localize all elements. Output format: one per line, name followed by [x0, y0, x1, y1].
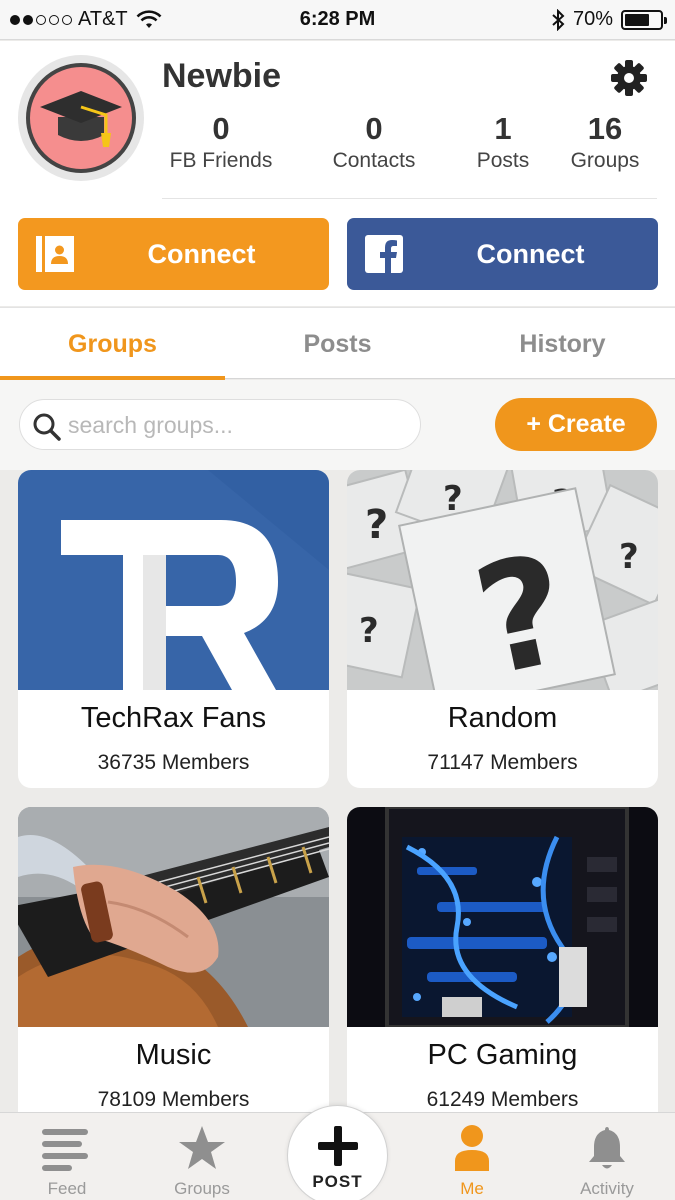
- group-name: Music: [135, 1039, 212, 1071]
- post-button[interactable]: POST: [287, 1105, 388, 1200]
- stat-label: Contacts: [332, 149, 416, 172]
- divider: [162, 198, 657, 199]
- bluetooth-icon: [552, 8, 565, 31]
- tab-history[interactable]: History: [450, 308, 675, 379]
- stat-value: 0: [365, 111, 383, 146]
- search-input[interactable]: [68, 406, 408, 444]
- stat-fb-friends[interactable]: 0 FB Friends: [161, 111, 281, 175]
- stat-contacts[interactable]: 0 Contacts: [318, 111, 430, 175]
- create-group-button[interactable]: + Create: [495, 398, 657, 451]
- group-card-music[interactable]: Music 78109 Members: [18, 807, 329, 1137]
- tab-posts[interactable]: Posts: [225, 308, 450, 379]
- profile-username: Newbie: [162, 57, 282, 95]
- stat-label: Posts: [476, 149, 530, 172]
- tab-bar-me[interactable]: Me: [417, 1113, 527, 1200]
- group-card-random[interactable]: ? ? ? ? ? ? Random 71147 Members: [347, 470, 658, 788]
- svg-text:?: ?: [365, 502, 388, 548]
- star-icon: [179, 1126, 225, 1169]
- graduation-cap-icon: [40, 91, 122, 147]
- group-image-music: [18, 807, 329, 1027]
- tab-bar-label: Feed: [47, 1179, 87, 1198]
- connect-contacts-button[interactable]: Connect: [18, 218, 329, 290]
- avatar[interactable]: [18, 55, 144, 181]
- stat-label: Groups: [570, 149, 640, 172]
- bell-icon: [589, 1127, 625, 1169]
- status-bar: AT&T 6:28 PM 70%: [0, 0, 675, 40]
- facebook-icon: [365, 235, 403, 273]
- group-card-techrax-fans[interactable]: TechRax Fans 36735 Members: [18, 470, 329, 788]
- search-row: + Create: [0, 380, 675, 470]
- battery-icon: [621, 9, 667, 30]
- tab-bar-groups[interactable]: Groups: [147, 1113, 257, 1200]
- group-image-random: ? ? ? ? ? ?: [347, 470, 658, 690]
- stat-value: 1: [494, 111, 512, 146]
- tab-bar-label: Activity: [580, 1179, 634, 1198]
- battery-percent: 70%: [572, 8, 613, 30]
- group-image-pc-gaming: [347, 807, 658, 1027]
- plus-icon: [318, 1126, 358, 1166]
- feed-icon: [42, 1129, 88, 1171]
- status-right: 70%: [551, 8, 667, 31]
- stat-label: FB Friends: [169, 149, 273, 172]
- search-box[interactable]: [19, 399, 421, 450]
- post-label: POST: [312, 1172, 363, 1191]
- group-name: PC Gaming: [427, 1039, 578, 1071]
- tab-bar-feed[interactable]: Feed: [12, 1113, 122, 1200]
- tab-bar-label: Groups: [174, 1179, 230, 1198]
- group-card-pc-gaming[interactable]: PC Gaming 61249 Members: [347, 807, 658, 1137]
- stat-value: 16: [587, 111, 623, 146]
- svg-text:?: ?: [619, 537, 639, 577]
- tab-groups[interactable]: Groups: [0, 308, 225, 380]
- group-name: Random: [447, 702, 558, 734]
- group-members: 71147 Members: [427, 751, 578, 774]
- connect-facebook-button[interactable]: Connect: [347, 218, 658, 290]
- stat-groups[interactable]: 16 Groups: [562, 111, 648, 175]
- group-members: 78109 Members: [97, 1088, 250, 1111]
- connect-contacts-label: Connect: [147, 239, 256, 269]
- tab-bar-activity[interactable]: Activity: [552, 1113, 662, 1200]
- stat-value: 0: [212, 111, 230, 146]
- avatar-image: [26, 63, 136, 173]
- profile-header: Newbie 0 FB Friends 0 Contacts 1 Posts 1…: [0, 41, 675, 306]
- search-icon: [33, 413, 61, 441]
- svg-text:?: ?: [359, 611, 379, 651]
- group-image-techrax: [18, 470, 329, 690]
- address-book-icon: [36, 236, 74, 272]
- group-members: 36735 Members: [97, 751, 250, 774]
- stat-posts[interactable]: 1 Posts: [462, 111, 544, 175]
- person-icon: [455, 1125, 489, 1171]
- settings-gear-icon[interactable]: [608, 57, 650, 99]
- group-name: TechRax Fans: [80, 702, 267, 734]
- tab-bar-label: Me: [460, 1179, 484, 1198]
- connect-facebook-label: Connect: [476, 239, 585, 269]
- profile-tabs: Groups Posts History: [0, 307, 675, 380]
- group-members: 61249 Members: [426, 1088, 579, 1111]
